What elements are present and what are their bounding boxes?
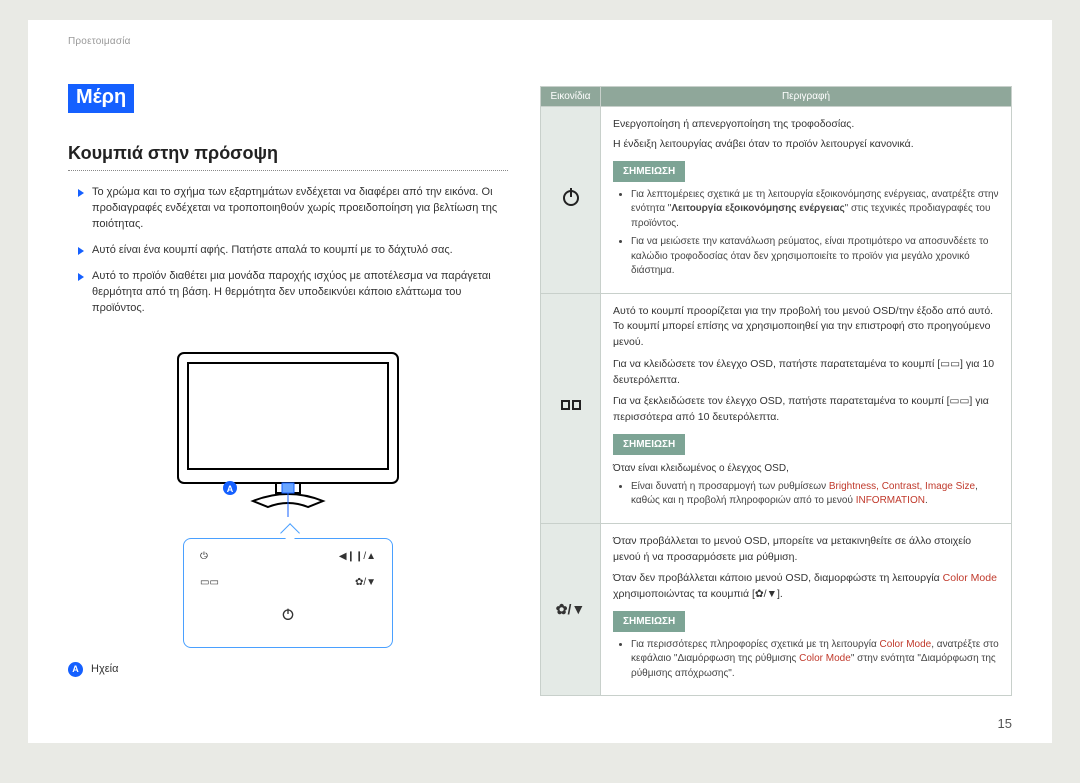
left-column: Μέρη Κουμπιά στην πρόσοψη Το χρώμα και τ… <box>68 58 508 723</box>
note-item: Για να μειώσετε την κατανάλωση ρεύματος,… <box>631 235 999 279</box>
note-text: Για περισσότερες πληροφορίες σχετικά με … <box>631 639 880 650</box>
updown-icon: ✿/▼ <box>541 523 601 696</box>
legend: A Ηχεία <box>68 662 508 677</box>
legend-marker: A <box>68 662 83 677</box>
note-item: Για περισσότερες πληροφορίες σχετικά με … <box>631 638 999 682</box>
cell-desc: Όταν προβάλλεται το μενού OSD, μπορείτε … <box>601 523 1012 696</box>
note-red: Color Mode <box>799 653 851 664</box>
cell-desc: Ενεργοποίηση ή απενεργοποίηση της τροφοδ… <box>601 107 1012 294</box>
icon-description-table: Εικονίδια Περιγραφή Ενεργοποίηση ή απενε… <box>540 86 1012 696</box>
note-list: Είναι δυνατή η προσαρμογή των ρυθμίσεων … <box>613 480 999 509</box>
svg-text:A: A <box>227 484 234 494</box>
desc-span: χρησιμοποιώντας τα κουμπιά [✿/▼]. <box>613 588 783 600</box>
desc-red: Color Mode <box>943 572 997 584</box>
breadcrumb: Προετοιμασία <box>68 36 131 47</box>
desc-text: Όταν προβάλλεται το μενού OSD, μπορείτε … <box>613 534 999 566</box>
desc-text: Για να κλειδώσετε τον έλεγχο OSD, πατήστ… <box>613 357 999 389</box>
desc-text: Ενεργοποίηση ή απενεργοποίηση της τροφοδ… <box>613 117 999 133</box>
page-number: 15 <box>998 716 1012 731</box>
note-text: . <box>925 495 928 506</box>
desc-text: Αυτό το κουμπί προορίζεται για την προβο… <box>613 304 999 351</box>
desc-text: Για να ξεκλειδώσετε τον έλεγχο OSD, πατή… <box>613 394 999 426</box>
note-label: ΣΗΜΕΙΩΣΗ <box>613 161 685 182</box>
monitor-illustration: A ⏻̵ ◀❙❙/▲ ▭▭ ✿/▼ <box>68 347 508 648</box>
cell-desc: Αυτό το κουμπί προορίζεται για την προβο… <box>601 293 1012 523</box>
th-desc: Περιγραφή <box>601 87 1012 107</box>
page-badge: Μέρη <box>68 84 134 113</box>
table-row: Ενεργοποίηση ή απενεργοποίηση της τροφοδ… <box>541 107 1012 294</box>
note-item: Για λεπτομέρειες σχετικά με τη λειτουργί… <box>631 188 999 232</box>
note-red: INFORMATION <box>856 495 925 506</box>
note-label: ΣΗΜΕΙΩΣΗ <box>613 434 685 455</box>
panel-power-icon <box>280 613 296 625</box>
note-label: ΣΗΜΕΙΩΣΗ <box>613 611 685 632</box>
note-top: Όταν είναι κλειδωμένος ο έλεγχος OSD, <box>613 461 999 476</box>
note-list: Για λεπτομέρειες σχετικά με τη λειτουργί… <box>613 188 999 279</box>
note-bold: Λειτουργία εξοικονόμησης ενέργειας <box>671 203 844 214</box>
right-column: Εικονίδια Περιγραφή Ενεργοποίηση ή απενε… <box>540 58 1012 723</box>
panel-btn-vol: ◀❙❙/▲ <box>339 551 376 563</box>
panel-btn-menu: ▭▭ <box>200 577 219 588</box>
intro-bullets: Το χρώμα και το σχήμα των εξαρτημάτων εν… <box>68 185 508 317</box>
section-title: Κουμπιά στην πρόσοψη <box>68 143 508 164</box>
desc-text: Η ένδειξη λειτουργίας ανάβει όταν το προ… <box>613 137 999 153</box>
divider <box>68 170 508 171</box>
th-icon: Εικονίδια <box>541 87 601 107</box>
panel-btn-ch: ✿/▼ <box>355 577 376 588</box>
note-item: Είναι δυνατή η προσαρμογή των ρυθμίσεων … <box>631 480 999 509</box>
bullet-item: Αυτό το προϊόν διαθέτει μια μονάδα παροχ… <box>78 269 508 317</box>
note-red: Brightness, Contrast, Image Size <box>829 481 975 492</box>
bullet-item: Αυτό είναι ένα κουμπί αφής. Πατήστε απαλ… <box>78 243 508 259</box>
power-icon <box>541 107 601 294</box>
note-list: Για περισσότερες πληροφορίες σχετικά με … <box>613 638 999 682</box>
desc-text: Όταν δεν προβάλλεται κάποιο μενού OSD, δ… <box>613 571 999 603</box>
table-row: Αυτό το κουμπί προορίζεται για την προβο… <box>541 293 1012 523</box>
table-row: ✿/▼ Όταν προβάλλεται το μενού OSD, μπορε… <box>541 523 1012 696</box>
legend-label: Ηχεία <box>91 663 118 675</box>
desc-span: Όταν δεν προβάλλεται κάποιο μενού OSD, δ… <box>613 572 943 584</box>
note-text: Είναι δυνατή η προσαρμογή των ρυθμίσεων <box>631 481 829 492</box>
panel-btn-tv: ⏻̵ <box>200 551 208 563</box>
bullet-item: Το χρώμα και το σχήμα των εξαρτημάτων εν… <box>78 185 508 233</box>
menu-icon <box>541 293 601 523</box>
note-red: Color Mode <box>880 639 932 650</box>
updown-glyph: ✿/▼ <box>556 601 585 617</box>
